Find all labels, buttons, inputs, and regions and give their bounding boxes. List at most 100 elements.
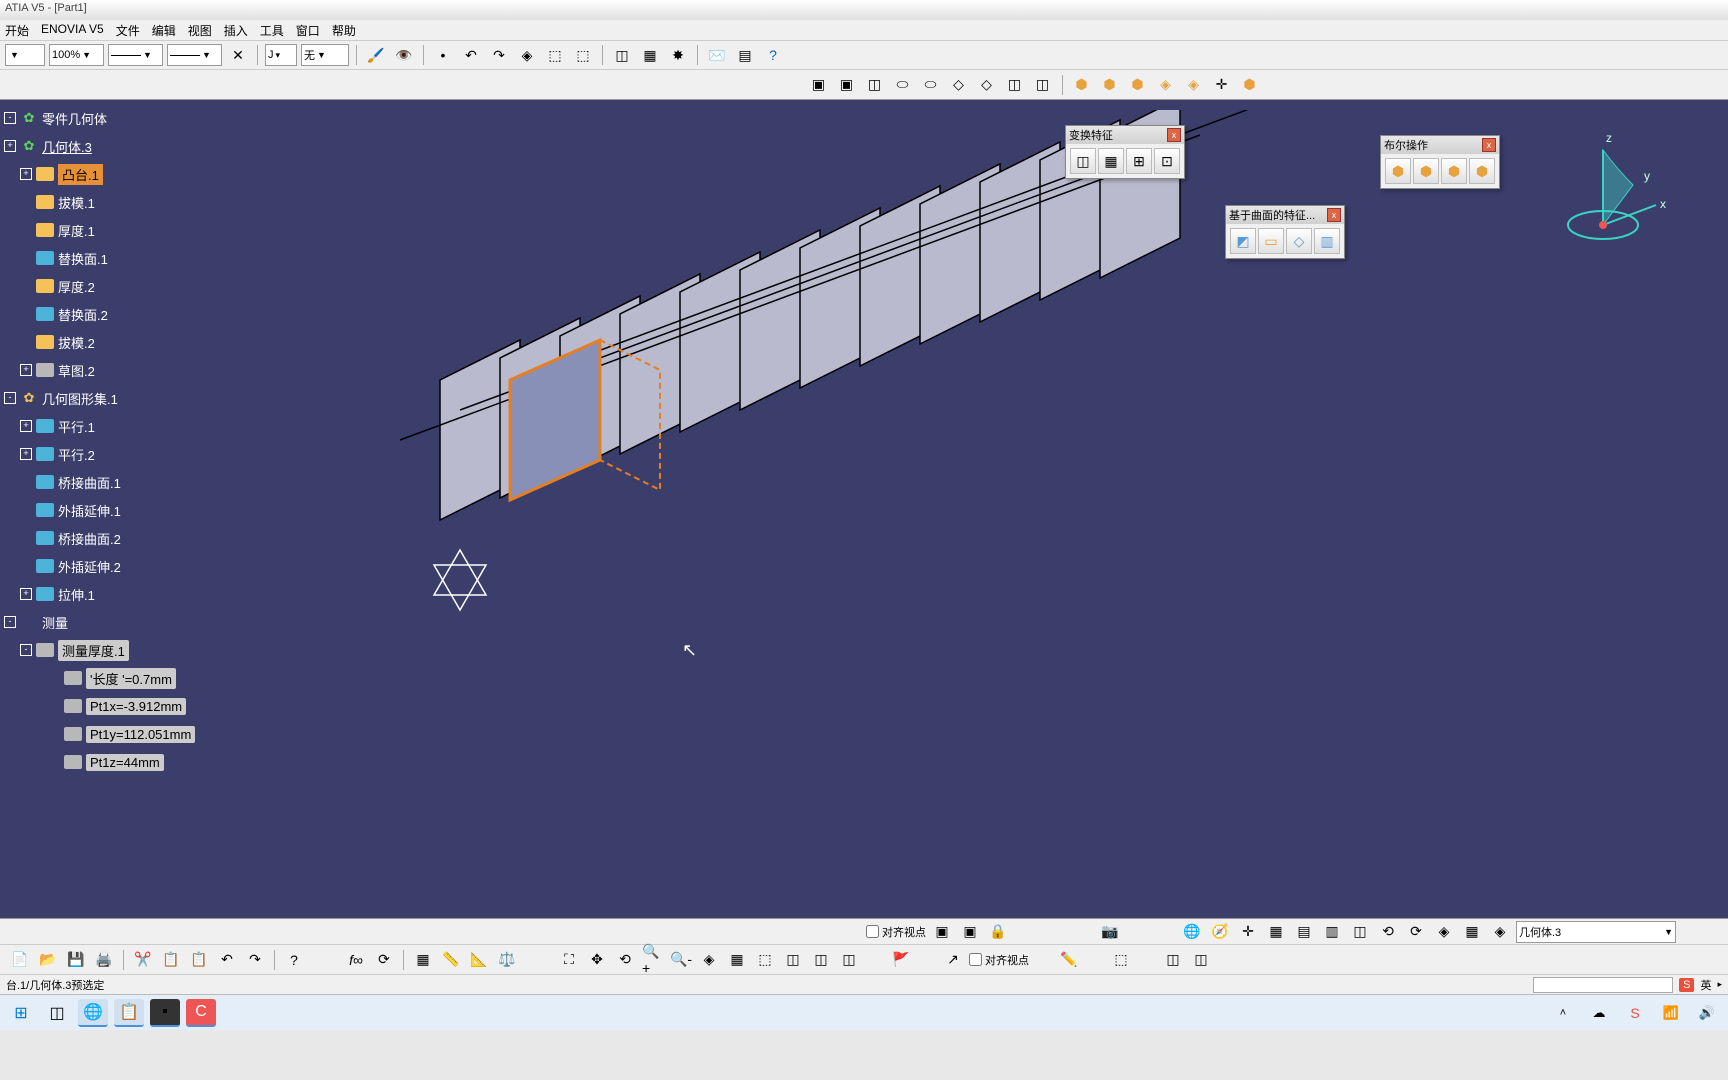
- tree-item[interactable]: +拉伸.1: [0, 580, 240, 608]
- menu-insert[interactable]: 插入: [224, 22, 248, 38]
- tree-item[interactable]: -✿零件几何体: [0, 104, 240, 132]
- pattern-circ-icon[interactable]: ⊞: [1126, 148, 1152, 174]
- tree-item[interactable]: 外插延伸.1: [0, 496, 240, 524]
- paste-icon[interactable]: 📋: [187, 948, 211, 972]
- t2-icon[interactable]: ▥: [1320, 920, 1344, 944]
- intersect-icon[interactable]: ⬢: [1441, 158, 1467, 184]
- model-render[interactable]: [260, 110, 1310, 760]
- iso-icon[interactable]: ⬚: [753, 948, 777, 972]
- menu-view[interactable]: 视图: [188, 22, 212, 38]
- normal-icon[interactable]: ◈: [697, 948, 721, 972]
- feat2-icon[interactable]: ▣: [835, 73, 859, 97]
- close-icon[interactable]: x: [1167, 128, 1181, 142]
- menu-help[interactable]: 帮助: [332, 22, 356, 38]
- flag-icon[interactable]: 🚩: [889, 948, 913, 972]
- tray-sogou-icon[interactable]: S: [1620, 999, 1650, 1027]
- solid2-icon[interactable]: ⬢: [1098, 73, 1122, 97]
- arrow-icon[interactable]: ↗: [941, 948, 965, 972]
- t6-icon[interactable]: ◈: [1432, 920, 1456, 944]
- gear-icon[interactable]: ✸: [666, 43, 690, 67]
- help-icon[interactable]: ?: [761, 43, 785, 67]
- feat1-icon[interactable]: ▣: [807, 73, 831, 97]
- subtract-icon[interactable]: ⬢: [1413, 158, 1439, 184]
- meas1-icon[interactable]: 📏: [439, 948, 463, 972]
- multiview-icon[interactable]: ▦: [725, 948, 749, 972]
- sew-icon[interactable]: ▥: [1314, 228, 1340, 254]
- box3d2-icon[interactable]: ⬚: [571, 43, 595, 67]
- tree-item[interactable]: 桥接曲面.2: [0, 524, 240, 552]
- app3-icon[interactable]: C: [186, 999, 216, 1027]
- body-icon[interactable]: ⬚: [1109, 948, 1133, 972]
- align-viewpoint-check[interactable]: 对齐视点: [866, 924, 926, 940]
- feat6-icon[interactable]: ◇: [947, 73, 971, 97]
- expander-icon[interactable]: -: [4, 112, 16, 124]
- mail-icon[interactable]: ✉️: [705, 43, 729, 67]
- expander-icon[interactable]: +: [20, 168, 32, 180]
- undo2-icon[interactable]: ↶: [215, 948, 239, 972]
- feat3-icon[interactable]: ◫: [863, 73, 887, 97]
- j-combo[interactable]: J▾: [265, 44, 297, 66]
- tree-item[interactable]: 桥接曲面.1: [0, 468, 240, 496]
- tray-up-icon[interactable]: ˄: [1548, 999, 1578, 1027]
- expander-icon[interactable]: +: [20, 588, 32, 600]
- union-icon[interactable]: ⬢: [1385, 158, 1411, 184]
- tray1-icon[interactable]: ☁: [1584, 999, 1614, 1027]
- loop-icon[interactable]: ⟳: [372, 948, 396, 972]
- menu-file[interactable]: 文件: [116, 22, 140, 38]
- align-viewpoint2-check[interactable]: 对齐视点: [969, 952, 1029, 968]
- view1-icon[interactable]: ▣: [930, 920, 954, 944]
- tray-wifi-icon[interactable]: 📶: [1656, 999, 1686, 1027]
- expander-icon[interactable]: +: [4, 140, 16, 152]
- thick-icon[interactable]: ▭: [1258, 228, 1284, 254]
- copy-icon[interactable]: 📋: [159, 948, 183, 972]
- zoomin-icon[interactable]: 🔍+: [641, 948, 665, 972]
- undo-icon[interactable]: ↶: [459, 43, 483, 67]
- meas2-icon[interactable]: 📐: [467, 948, 491, 972]
- menu-window[interactable]: 窗口: [296, 22, 320, 38]
- brush-icon[interactable]: 🖌️: [364, 43, 388, 67]
- ime-badge[interactable]: S: [1679, 978, 1694, 992]
- close-icon[interactable]: x: [1327, 208, 1341, 222]
- meas3-icon[interactable]: ⚖️: [495, 948, 519, 972]
- axis2-icon[interactable]: ✛: [1236, 920, 1260, 944]
- compass-icon[interactable]: 🧭: [1208, 920, 1232, 944]
- weight-combo[interactable]: ▼: [167, 44, 222, 66]
- feat5-icon[interactable]: ⬭: [919, 73, 943, 97]
- t3-icon[interactable]: ◫: [1348, 920, 1372, 944]
- sketch-icon[interactable]: ✏️: [1057, 948, 1081, 972]
- grid2-icon[interactable]: ▦: [1264, 920, 1288, 944]
- win1-icon[interactable]: ◫: [1161, 948, 1185, 972]
- v3-icon[interactable]: ◫: [837, 948, 861, 972]
- trim-icon[interactable]: ⬢: [1469, 158, 1495, 184]
- tree-item[interactable]: 替换面.2: [0, 300, 240, 328]
- command-input[interactable]: [1533, 977, 1673, 993]
- tree-item[interactable]: +凸台.1: [0, 160, 240, 188]
- feat7-icon[interactable]: ◇: [975, 73, 999, 97]
- tree-item[interactable]: 替换面.1: [0, 244, 240, 272]
- btn-x[interactable]: ✕: [226, 43, 250, 67]
- feat4-icon[interactable]: ⬭: [891, 73, 915, 97]
- tree-item[interactable]: +草图.2: [0, 356, 240, 384]
- v1-icon[interactable]: ◫: [781, 948, 805, 972]
- tree-item[interactable]: '长度 '=0.7mm: [0, 664, 240, 692]
- redo-icon[interactable]: ↷: [487, 43, 511, 67]
- zoom-combo[interactable]: 100%▼: [49, 44, 104, 66]
- help2-icon[interactable]: ?: [282, 948, 306, 972]
- menu-tools[interactable]: 工具: [260, 22, 284, 38]
- mirror-icon[interactable]: ◫: [1070, 148, 1096, 174]
- tree-item[interactable]: Pt1x=-3.912mm: [0, 692, 240, 720]
- tree-item[interactable]: -✿几何图形集.1: [0, 384, 240, 412]
- toolbar-transform[interactable]: 变换特征x ◫ ▦ ⊞ ⊡: [1065, 125, 1185, 179]
- camera-icon[interactable]: 📷: [1098, 920, 1122, 944]
- t7-icon[interactable]: ▦: [1460, 920, 1484, 944]
- new-icon[interactable]: 📄: [8, 948, 32, 972]
- redo2-icon[interactable]: ↷: [243, 948, 267, 972]
- v2-icon[interactable]: ◫: [809, 948, 833, 972]
- cut-icon[interactable]: ✂️: [131, 948, 155, 972]
- toolbar-surface[interactable]: 基于曲面的特征...x ◩ ▭ ◇ ▥: [1225, 205, 1345, 259]
- tree-item[interactable]: -测量: [0, 608, 240, 636]
- menu-enovia[interactable]: ENOVIA V5: [41, 22, 104, 38]
- t5-icon[interactable]: ⟳: [1404, 920, 1428, 944]
- expander-icon[interactable]: +: [20, 420, 32, 432]
- layer-icon[interactable]: ◈: [1488, 920, 1512, 944]
